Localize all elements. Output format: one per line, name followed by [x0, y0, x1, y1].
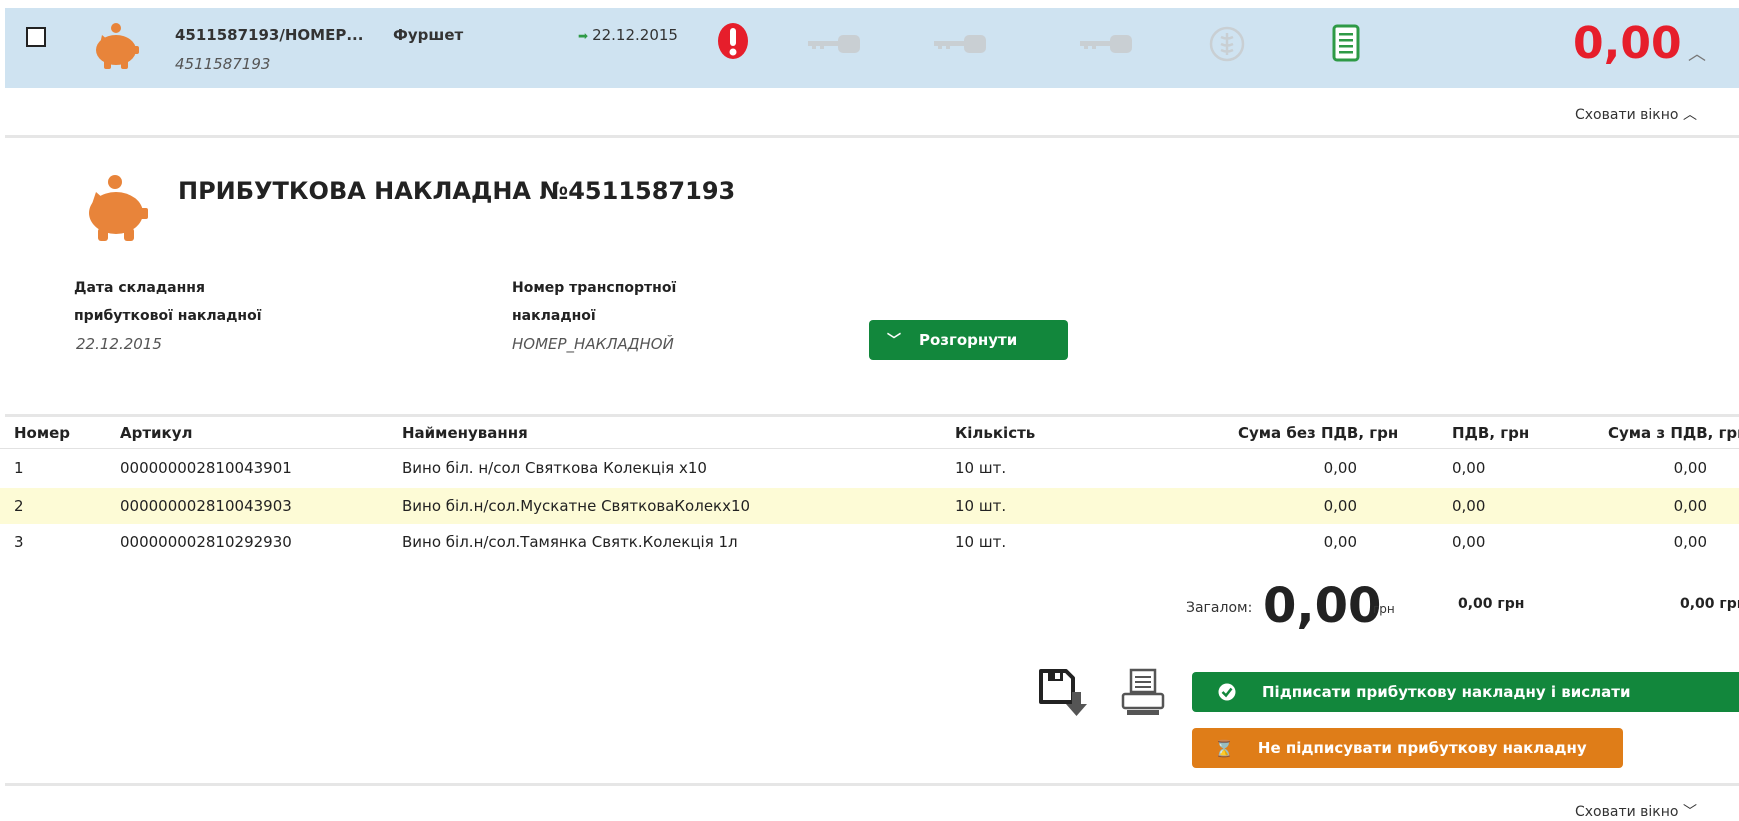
invoice-date: ➡ 22.12.2015	[578, 26, 678, 44]
date-label-line-1: Дата складання	[74, 280, 205, 296]
row-number: 1	[14, 459, 24, 477]
arrow-right-icon: ➡	[578, 29, 589, 43]
alert-icon[interactable]	[716, 22, 750, 60]
piggy-bank-icon	[96, 23, 139, 69]
invoice-amount: 0,00	[1573, 18, 1682, 69]
select-checkbox[interactable]	[26, 27, 46, 47]
counterparty-name: Фуршет	[393, 26, 464, 44]
row-name: Вино біл.н/сол.Мускатне СвятковаКолекх10	[402, 497, 751, 515]
chevron-down-icon: ﹀	[887, 333, 901, 349]
key-icon[interactable]	[808, 34, 862, 54]
invoice-number[interactable]: 4511587193/НОМЕР...	[175, 26, 363, 44]
row-gross-sum: 0,00	[1673, 459, 1707, 477]
table-header-divider	[0, 448, 1739, 449]
invoice-header-row[interactable]	[5, 8, 1739, 88]
column-header-number[interactable]: Номер	[14, 424, 70, 442]
date-value: 22.12.2015	[76, 335, 162, 353]
row-name: Вино біл.н/сол.Тамянка Святк.Колекція 1л	[402, 533, 738, 551]
table-row[interactable]: 2 000000002810043903 Вино біл.н/сол.Муск…	[0, 488, 1739, 524]
row-sku: 000000002810043903	[120, 497, 292, 515]
do-not-sign-button[interactable]: ⌛ Не підписувати прибуткову накладну	[1192, 728, 1623, 768]
total-net-unit: грн	[1373, 602, 1395, 616]
chevron-up-icon[interactable]: ︿	[1688, 40, 1706, 66]
row-gross-sum: 0,00	[1673, 533, 1707, 551]
expand-button[interactable]: ﹀ Розгорнути	[869, 320, 1068, 360]
medical-emblem-icon[interactable]	[1209, 26, 1245, 62]
column-header-net-sum[interactable]: Сума без ПДВ, грн	[1238, 424, 1398, 442]
row-net-sum: 0,00	[1323, 459, 1357, 477]
row-vat: 0,00	[1452, 459, 1486, 477]
row-number: 2	[14, 497, 24, 515]
column-header-vat[interactable]: ПДВ, грн	[1452, 424, 1529, 442]
ttn-label: Номер транспортної накладної	[512, 274, 676, 330]
table-row[interactable]: 1 000000002810043901 Вино біл. н/сол Свя…	[0, 450, 1739, 486]
sign-and-send-button[interactable]: Підписати прибуткову накладну і вислати	[1192, 672, 1739, 712]
date-label: Дата складання прибуткової накладної	[74, 274, 262, 330]
row-quantity: 10 шт.	[955, 497, 1007, 515]
row-name: Вино біл. н/сол Святкова Колекція х10	[402, 459, 707, 477]
row-net-sum: 0,00	[1323, 497, 1357, 515]
divider	[5, 414, 1739, 417]
row-sku: 000000002810292930	[120, 533, 292, 551]
invoice-date-value: 22.12.2015	[592, 26, 678, 44]
divider	[5, 135, 1739, 138]
column-header-quantity[interactable]: Кількість	[955, 424, 1035, 442]
row-vat: 0,00	[1452, 497, 1486, 515]
row-net-sum: 0,00	[1323, 533, 1357, 551]
total-vat: 0,00 грн	[1458, 596, 1525, 612]
table-row[interactable]: 3 000000002810292930 Вино біл.н/сол.Тамя…	[0, 524, 1739, 560]
column-header-name[interactable]: Найменування	[402, 424, 528, 442]
ttn-label-line-2: накладної	[512, 308, 596, 324]
date-label-line-2: прибуткової накладної	[74, 308, 262, 324]
piggy-bank-icon	[89, 175, 148, 241]
row-quantity: 10 шт.	[955, 533, 1007, 551]
chevron-up-icon: ︿	[1682, 107, 1697, 123]
hourglass-icon: ⌛	[1214, 738, 1234, 758]
page-title: ПРИБУТКОВА НАКЛАДНА №4511587193	[178, 177, 736, 205]
column-header-sku[interactable]: Артикул	[120, 424, 193, 442]
column-header-gross-sum[interactable]: Сума з ПДВ, грн	[1608, 424, 1739, 442]
document-icon[interactable]	[1331, 24, 1361, 64]
do-not-sign-label: Не підписувати прибуткову накладну	[1257, 739, 1587, 757]
ttn-value: НОМЕР_НАКЛАДНОЙ	[512, 335, 674, 353]
ttn-label-line-1: Номер транспортної	[512, 280, 677, 296]
row-sku: 000000002810043901	[120, 459, 292, 477]
hide-window-label: Сховати вікно	[1575, 804, 1679, 820]
divider	[5, 783, 1739, 786]
total-gross-sum: 0,00 грн	[1680, 596, 1739, 612]
row-gross-sum: 0,00	[1673, 497, 1707, 515]
row-vat: 0,00	[1452, 533, 1486, 551]
total-net-sum: 0,00	[1263, 578, 1382, 634]
key-icon[interactable]	[1080, 34, 1134, 54]
chevron-down-icon: ﹀	[1682, 804, 1697, 820]
save-download-icon[interactable]	[1038, 668, 1090, 718]
printer-icon[interactable]	[1118, 668, 1168, 718]
hide-window-label: Сховати вікно	[1575, 107, 1679, 123]
invoice-id: 4511587193	[175, 55, 271, 73]
hide-window-link-top[interactable]: Сховати вікно ︿	[1575, 104, 1697, 124]
expand-button-label: Розгорнути	[919, 331, 1018, 349]
row-quantity: 10 шт.	[955, 459, 1007, 477]
row-number: 3	[14, 533, 24, 551]
sign-and-send-label: Підписати прибуткову накладну і вислати	[1262, 683, 1631, 701]
hide-window-link-bottom[interactable]: Сховати вікно ﹀	[1575, 801, 1697, 821]
key-icon[interactable]	[934, 34, 988, 54]
check-circle-icon	[1218, 683, 1236, 701]
total-label: Загалом:	[1186, 600, 1253, 616]
